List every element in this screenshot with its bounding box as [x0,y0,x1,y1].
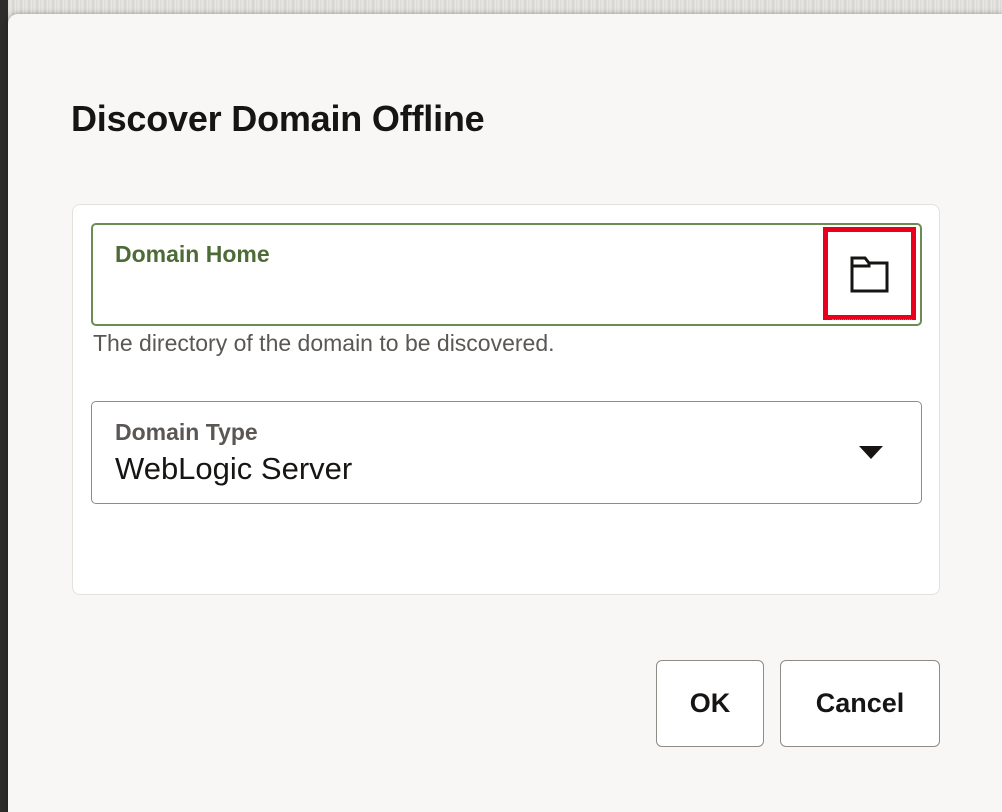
background-edge [0,0,8,812]
cancel-button[interactable]: Cancel [780,660,940,747]
dialog-title: Discover Domain Offline [71,98,485,139]
caret-down-icon[interactable] [859,446,883,459]
domain-type-select[interactable]: Domain Type WebLogic Server [91,401,922,504]
ok-button[interactable]: OK [656,660,764,747]
domain-home-label: Domain Home [115,241,270,267]
domain-type-value[interactable]: WebLogic Server [115,451,352,487]
domain-type-label: Domain Type [115,419,258,445]
domain-home-field[interactable]: Domain Home [91,223,922,326]
browse-folder-button[interactable] [823,227,916,320]
browse-button-focus-line [832,319,912,320]
domain-home-help-text: The directory of the domain to be discov… [93,330,555,356]
form-panel: Domain Home The directory of the domain … [72,204,940,595]
folder-icon [850,256,888,292]
discover-domain-dialog: Discover Domain Offline Domain Home The … [8,14,1002,812]
